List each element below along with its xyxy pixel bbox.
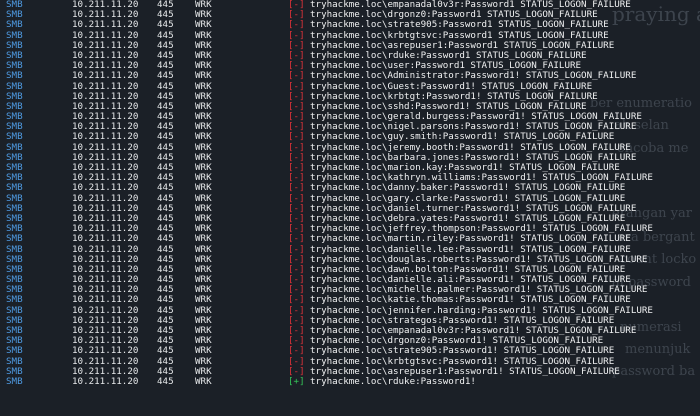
- port-number: 445: [157, 375, 174, 387]
- port-number: 445: [157, 233, 174, 245]
- ip-address: 10.211.11.20: [72, 233, 139, 245]
- ip-address: 10.211.11.20: [72, 375, 139, 387]
- port-number: 445: [157, 70, 174, 82]
- log-line: SMB 10.211.11.20 445 WRK [-] tryhackme.loc\Ad…: [0, 71, 700, 81]
- protocol-label: SMB: [6, 375, 23, 387]
- protocol-label: SMB: [6, 70, 23, 82]
- failure-marker: [-]: [288, 70, 305, 82]
- hostname: WRK: [195, 70, 212, 82]
- terminal-output: SMB 10.211.11.20 445 WRK [-] tryhackme.loc\em…: [0, 0, 700, 387]
- auth-attempt-message: tryhackme.loc\Administrator:Password1! S…: [310, 70, 637, 82]
- hostname: WRK: [195, 375, 212, 387]
- auth-attempt-message: tryhackme.loc\rduke:Password1!: [310, 375, 476, 387]
- log-line: SMB 10.211.11.20 445 WRK [-] tryhackme.loc\ma…: [0, 234, 700, 244]
- success-marker: [+]: [288, 375, 305, 387]
- auth-attempt-message: tryhackme.loc\martin.riley:Password1! ST…: [310, 233, 631, 245]
- failure-marker: [-]: [288, 233, 305, 245]
- hostname: WRK: [195, 233, 212, 245]
- ip-address: 10.211.11.20: [72, 70, 139, 82]
- protocol-label: SMB: [6, 233, 23, 245]
- log-line: SMB 10.211.11.20 445 WRK [+] tryhackme.loc\rd…: [0, 375, 700, 387]
